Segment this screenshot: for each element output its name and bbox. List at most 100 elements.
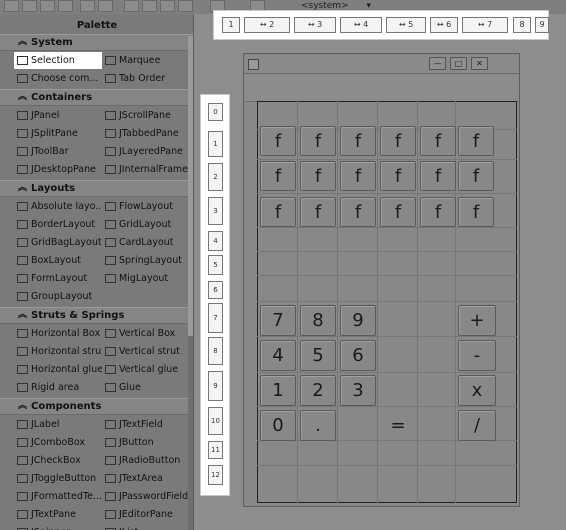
close-button[interactable]: ✕ bbox=[471, 57, 488, 70]
column-ruler-cell[interactable]: 9 bbox=[535, 17, 549, 33]
row-ruler-cell[interactable]: 11 bbox=[208, 441, 223, 459]
palette-item[interactable]: JEditorPane bbox=[102, 506, 188, 523]
palette-section-2[interactable]: ︽ Layouts bbox=[0, 180, 193, 197]
operator-button[interactable]: / bbox=[458, 410, 496, 441]
column-ruler-cell[interactable]: ↔ 6 bbox=[430, 17, 458, 33]
function-button[interactable]: f bbox=[420, 161, 456, 191]
palette-item[interactable]: JPanel bbox=[14, 107, 102, 124]
column-ruler-cell[interactable]: ↔ 3 bbox=[294, 17, 336, 33]
palette-item[interactable]: Horizontal Box bbox=[14, 325, 102, 342]
function-button[interactable]: f bbox=[420, 197, 456, 227]
maximize-button[interactable]: □ bbox=[450, 57, 467, 70]
toolbar-button-3[interactable] bbox=[40, 0, 55, 12]
function-button[interactable]: f bbox=[260, 197, 296, 227]
palette-item[interactable]: JDesktopPane bbox=[14, 161, 102, 178]
function-button[interactable]: f bbox=[340, 126, 376, 156]
palette-section-0[interactable]: ︽ System bbox=[0, 34, 193, 51]
palette-item[interactable]: Choose com... bbox=[14, 70, 102, 87]
palette-item[interactable]: MigLayout bbox=[102, 270, 188, 287]
palette-item[interactable]: JPasswordField bbox=[102, 488, 188, 505]
palette-item[interactable]: JList bbox=[102, 524, 188, 530]
scroll-thumb[interactable] bbox=[188, 36, 193, 336]
row-ruler-cell[interactable]: 5 bbox=[208, 255, 223, 275]
toolbar-button-7[interactable] bbox=[124, 0, 139, 12]
palette-item[interactable]: Glue bbox=[102, 379, 188, 396]
function-button[interactable]: f bbox=[260, 161, 296, 191]
function-button[interactable]: f bbox=[458, 197, 494, 227]
palette-item[interactable]: BoxLayout bbox=[14, 252, 102, 269]
column-ruler-cell[interactable]: ↔ 2 bbox=[244, 17, 290, 33]
column-ruler-cell[interactable]: ↔ 4 bbox=[340, 17, 382, 33]
row-ruler-cell[interactable]: 10 bbox=[208, 407, 223, 435]
toolbar-button-10[interactable] bbox=[178, 0, 193, 12]
digit-button[interactable]: 1 bbox=[260, 375, 296, 406]
palette-item[interactable]: JToolBar bbox=[14, 143, 102, 160]
toolbar-button-8[interactable] bbox=[142, 0, 157, 12]
row-ruler-cell[interactable]: 2 bbox=[208, 163, 223, 191]
palette-item-selected[interactable]: Selection bbox=[14, 52, 102, 69]
palette-item[interactable]: Marquee bbox=[102, 52, 188, 69]
palette-item[interactable]: JTextField bbox=[102, 416, 188, 433]
digit-button[interactable]: 9 bbox=[340, 305, 376, 336]
function-button[interactable]: f bbox=[300, 126, 336, 156]
digit-button[interactable]: 3 bbox=[340, 375, 376, 406]
row-ruler-cell[interactable]: 4 bbox=[208, 231, 223, 251]
palette-item[interactable]: Horizontal strut bbox=[14, 343, 102, 360]
function-button[interactable]: f bbox=[300, 197, 336, 227]
palette-item[interactable]: JSpinner bbox=[14, 524, 102, 530]
row-ruler-cell[interactable]: 1 bbox=[208, 131, 223, 157]
function-button[interactable]: f bbox=[380, 126, 416, 156]
column-ruler-cell[interactable]: ↔ 7 bbox=[462, 17, 508, 33]
palette-item[interactable]: JButton bbox=[102, 434, 188, 451]
operator-button[interactable]: + bbox=[458, 305, 496, 336]
palette-item[interactable]: SpringLayout bbox=[102, 252, 188, 269]
column-ruler-cell[interactable]: ↔ 5 bbox=[386, 17, 426, 33]
palette-item[interactable]: Tab Order bbox=[102, 70, 188, 87]
toolbar-button-5[interactable] bbox=[80, 0, 95, 12]
palette-section-1[interactable]: ︽ Containers bbox=[0, 89, 193, 106]
palette-item[interactable]: GridBagLayout bbox=[14, 234, 102, 251]
row-ruler-cell[interactable]: 6 bbox=[208, 281, 223, 299]
row-ruler-cell[interactable]: 3 bbox=[208, 197, 223, 225]
function-button[interactable]: f bbox=[458, 161, 494, 191]
palette-item[interactable]: JTextArea bbox=[102, 470, 188, 487]
palette-item[interactable]: Vertical glue bbox=[102, 361, 188, 378]
palette-item[interactable]: JScrollPane bbox=[102, 107, 188, 124]
row-ruler-cell[interactable]: 7 bbox=[208, 303, 223, 333]
palette-item[interactable]: JComboBox bbox=[14, 434, 102, 451]
function-button[interactable]: f bbox=[420, 126, 456, 156]
toolbar-button-2[interactable] bbox=[22, 0, 37, 12]
toolbar-button-9[interactable] bbox=[160, 0, 175, 12]
palette-item[interactable]: JLayeredPane bbox=[102, 143, 188, 160]
digit-button[interactable]: 0 bbox=[260, 410, 296, 441]
column-ruler-cell[interactable]: 8 bbox=[513, 17, 531, 33]
digit-button[interactable]: 8 bbox=[300, 305, 336, 336]
palette-item[interactable]: JRadioButton bbox=[102, 452, 188, 469]
palette-item[interactable]: GroupLayout bbox=[14, 288, 102, 305]
palette-item[interactable]: CardLayout bbox=[102, 234, 188, 251]
palette-item[interactable]: JTabbedPane bbox=[102, 125, 188, 142]
operator-button[interactable]: x bbox=[458, 375, 496, 406]
digit-button[interactable]: 7 bbox=[260, 305, 296, 336]
palette-item[interactable]: Rigid area bbox=[14, 379, 102, 396]
palette-item[interactable]: JTextPane bbox=[14, 506, 102, 523]
digit-button[interactable]: 2 bbox=[300, 375, 336, 406]
palette-item[interactable]: BorderLayout bbox=[14, 216, 102, 233]
row-ruler-cell[interactable]: 9 bbox=[208, 371, 223, 401]
function-button[interactable]: f bbox=[458, 126, 494, 156]
minimize-button[interactable]: — bbox=[429, 57, 446, 70]
function-button[interactable]: f bbox=[380, 197, 416, 227]
palette-item[interactable]: JCheckBox bbox=[14, 452, 102, 469]
digit-button[interactable]: . bbox=[300, 410, 336, 441]
toolbar-button-1[interactable] bbox=[4, 0, 19, 12]
row-ruler-cell[interactable]: 8 bbox=[208, 337, 223, 365]
digit-button[interactable]: 5 bbox=[300, 340, 336, 371]
palette-item[interactable]: JSplitPane bbox=[14, 125, 102, 142]
palette-section-3[interactable]: ︽ Struts & Springs bbox=[0, 307, 193, 324]
function-button[interactable]: f bbox=[380, 161, 416, 191]
palette-item[interactable]: FlowLayout bbox=[102, 198, 188, 215]
equals-button[interactable]: = bbox=[380, 410, 416, 441]
palette-item[interactable]: Vertical strut bbox=[102, 343, 188, 360]
function-button[interactable]: f bbox=[260, 126, 296, 156]
row-ruler-cell[interactable]: 0 bbox=[208, 103, 223, 121]
